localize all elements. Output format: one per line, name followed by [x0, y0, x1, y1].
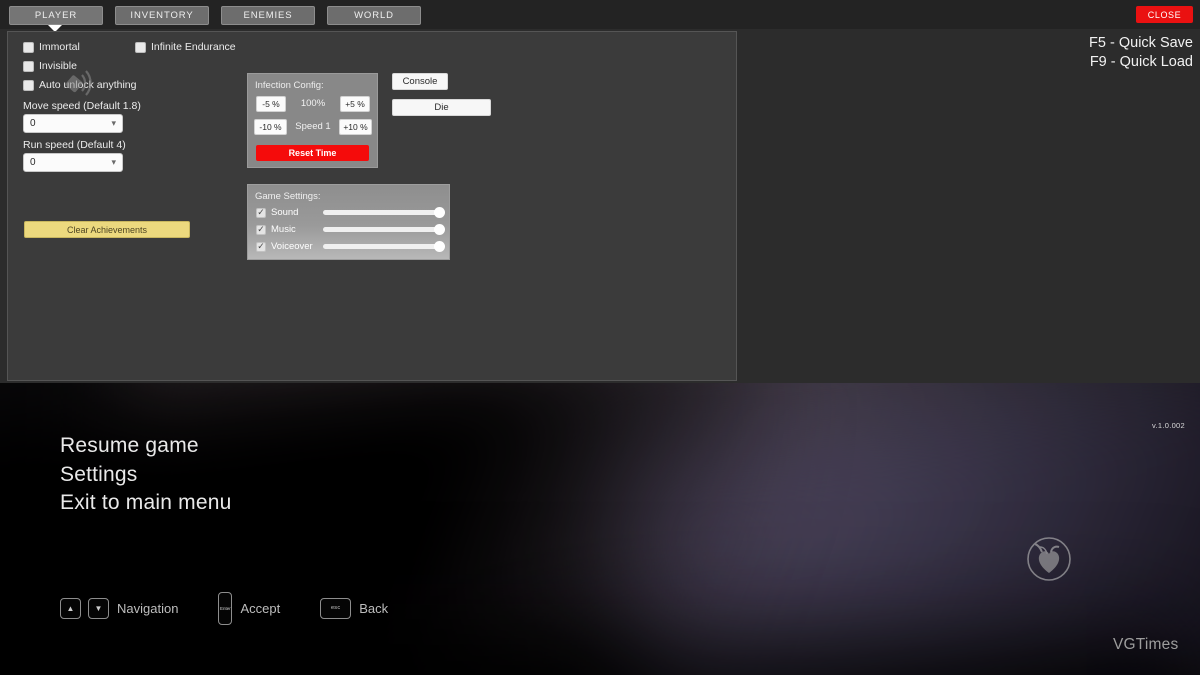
infection-minus-10-label: -10 %: [259, 122, 282, 132]
infection-plus-10-button[interactable]: +10 %: [339, 119, 372, 135]
clear-achievements-button[interactable]: Clear Achievements: [24, 221, 190, 238]
reset-time-label: Reset Time: [288, 148, 337, 158]
tab-enemies[interactable]: ENEMIES: [221, 6, 315, 25]
menu-item-exit-to-main-menu[interactable]: Exit to main menu: [60, 489, 231, 518]
tab-inventory[interactable]: INVENTORY: [115, 6, 209, 25]
run-speed-label: Run speed (Default 4): [23, 139, 126, 151]
move-speed-dropdown[interactable]: 0 ▾: [23, 114, 123, 133]
tab-player-label: PLAYER: [34, 10, 78, 21]
tab-world-label: WORLD: [354, 10, 394, 21]
infection-minus-5-button[interactable]: -5 %: [256, 96, 286, 112]
escape-key-label: esc: [330, 605, 341, 611]
slider-track: [323, 210, 444, 215]
checkbox-immortal[interactable]: Immortal: [23, 41, 80, 53]
clear-achievements-label: Clear Achievements: [66, 224, 148, 235]
tab-player[interactable]: PLAYER: [9, 6, 103, 25]
move-speed-label: Move speed (Default 1.8): [23, 100, 141, 112]
tab-world[interactable]: WORLD: [327, 6, 421, 25]
run-speed-value: 0: [30, 157, 36, 168]
tab-bar: PLAYER INVENTORY ENEMIES WORLD: [0, 0, 1200, 29]
hotkey-quick-save: F5 - Quick Save: [1089, 35, 1193, 51]
infection-config-group: Infection Config: -5 % 100% +5 % -10 % S…: [247, 73, 378, 168]
player-tab-panel: Immortal Invisible Auto unlock anything …: [7, 31, 737, 381]
key-escape: esc: [320, 597, 352, 619]
game-settings-row-voiceover: ✓ Voiceover: [256, 240, 445, 253]
sound-ripple-icon: [65, 70, 92, 96]
voiceover-slider[interactable]: [323, 241, 445, 252]
key-enter: Enter: [218, 591, 233, 625]
menu-item-settings[interactable]: Settings: [60, 461, 231, 490]
close-label: CLOSE: [1147, 9, 1182, 20]
tab-inventory-label: INVENTORY: [130, 10, 194, 21]
voiceover-label: Voiceover: [271, 241, 313, 252]
slider-knob[interactable]: [434, 207, 445, 218]
version-label: v.1.0.002: [1152, 421, 1186, 430]
chevron-down-icon: ▾: [111, 157, 116, 167]
console-label: Console: [402, 76, 438, 87]
chevron-down-icon: ▾: [111, 118, 116, 128]
sound-slider[interactable]: [323, 207, 445, 218]
hint-label-back: Back: [359, 600, 389, 616]
infection-plus-5-button[interactable]: +5 %: [340, 96, 370, 112]
hotkey-hints: F5 - Quick Save F9 - Quick Load: [1089, 34, 1193, 72]
checkbox-box-icon: [23, 79, 34, 91]
pause-menu: Resume game Settings Exit to main menu: [60, 432, 231, 518]
run-speed-dropdown[interactable]: 0 ▾: [23, 153, 123, 172]
music-slider[interactable]: [323, 224, 445, 235]
die-button[interactable]: Die: [392, 99, 491, 116]
checkbox-music[interactable]: ✓: [256, 224, 266, 235]
close-button[interactable]: CLOSE: [1136, 6, 1193, 23]
music-label: Music: [271, 224, 296, 235]
slider-knob[interactable]: [434, 241, 445, 252]
infection-plus-10-label: +10 %: [343, 122, 368, 132]
checkbox-infinite-endurance[interactable]: Infinite Endurance: [135, 41, 236, 53]
game-settings-title: Game Settings:: [255, 191, 321, 202]
checkbox-sound[interactable]: ✓: [256, 207, 266, 218]
key-up-arrow: ▲: [60, 597, 81, 619]
infection-percent-value: 100%: [300, 98, 326, 109]
console-button[interactable]: Console: [392, 73, 448, 90]
game-settings-group: Game Settings: ✓ Sound ✓ Music ✓ Voiceov…: [247, 184, 450, 260]
hint-label-accept: Accept: [240, 600, 281, 616]
die-label: Die: [434, 102, 449, 113]
hotkey-quick-load: F9 - Quick Load: [1089, 54, 1193, 70]
checkbox-box-icon: [23, 60, 34, 72]
enter-key-label: Enter: [220, 605, 231, 611]
heart-logo-icon: [1027, 537, 1071, 581]
key-down-arrow: ▼: [88, 597, 109, 619]
vgtimes-watermark: VGTimes: [1113, 636, 1179, 653]
slider-track: [323, 227, 444, 232]
game-settings-row-music: ✓ Music: [256, 223, 445, 236]
move-speed-value: 0: [30, 118, 36, 129]
reset-time-button[interactable]: Reset Time: [256, 145, 369, 161]
game-settings-row-sound: ✓ Sound: [256, 206, 445, 219]
infection-minus-10-button[interactable]: -10 %: [254, 119, 287, 135]
infection-plus-5-label: +5 %: [345, 99, 365, 109]
arrow-up-icon: ▲: [66, 603, 75, 613]
cheat-trainer-window: PLAYER INVENTORY ENEMIES WORLD Immortal …: [0, 0, 1200, 383]
slider-knob[interactable]: [434, 224, 445, 235]
key-hints-bar: ▲ ▼ Navigation Enter Accept esc Back: [60, 590, 428, 626]
checkbox-voiceover[interactable]: ✓: [256, 241, 266, 252]
slider-track: [323, 244, 444, 249]
infection-speed-value: Speed 1: [295, 121, 331, 132]
infection-config-title: Infection Config:: [255, 80, 324, 91]
sound-label: Sound: [271, 207, 299, 218]
checkbox-immortal-label: Immortal: [39, 41, 80, 53]
checkbox-box-icon: [23, 41, 34, 53]
arrow-down-icon: ▼: [94, 603, 103, 613]
infection-minus-5-label: -5 %: [262, 99, 280, 109]
hint-label-navigation: Navigation: [117, 600, 179, 616]
menu-item-resume-game[interactable]: Resume game: [60, 432, 231, 461]
checkbox-box-icon: [135, 41, 146, 53]
tab-enemies-label: ENEMIES: [243, 10, 293, 21]
checkbox-infinite-endurance-label: Infinite Endurance: [151, 41, 236, 53]
